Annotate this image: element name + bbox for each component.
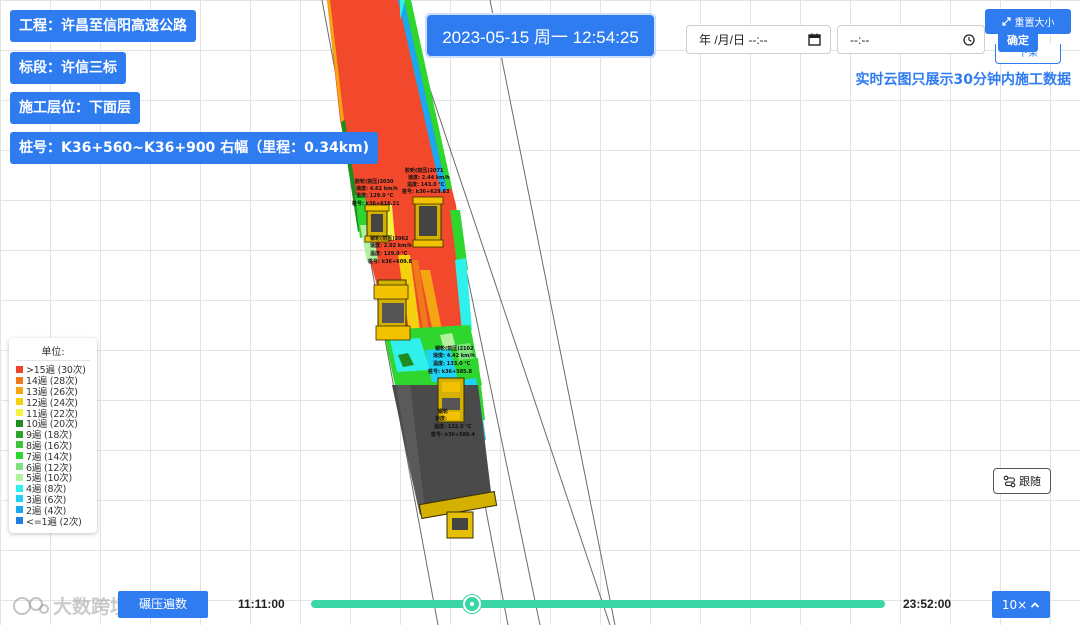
legend-swatch bbox=[16, 398, 23, 406]
timeline-track[interactable] bbox=[311, 600, 885, 608]
legend-title: 单位: bbox=[16, 343, 90, 361]
legend-swatch bbox=[16, 376, 23, 384]
chevron-up-icon bbox=[1031, 601, 1040, 608]
legend-label: <=1遍 (2次) bbox=[26, 516, 82, 528]
layer-name: 施工层位：下面层 bbox=[19, 100, 131, 116]
roller-label-line: 温度: 143.0 °C bbox=[407, 181, 445, 188]
legend-swatch bbox=[16, 517, 23, 525]
roller-label-line: 胶轮(前压)2030 bbox=[354, 178, 394, 185]
legend-swatch bbox=[16, 473, 23, 481]
roller-label-line: 温度: 129.0 °C bbox=[356, 192, 394, 199]
roller-label-line: 速度: 4.42 km/h bbox=[433, 352, 475, 359]
timeline-end: 23:52:00 bbox=[903, 597, 952, 611]
roller-label-line: 钢轮(前压)2062 bbox=[370, 235, 409, 242]
follow-label: 跟随 bbox=[1019, 475, 1041, 488]
roller-label-line: 桩号: k36+616.21 bbox=[352, 200, 400, 207]
timeline-start: 11:11:00 bbox=[238, 597, 285, 611]
follow-icon bbox=[1003, 475, 1016, 487]
roller-label-line: 胶轮(前压)2071 bbox=[404, 167, 444, 174]
section-name: 标段：许信三标 bbox=[19, 60, 117, 76]
expand-icon bbox=[1001, 17, 1011, 26]
roller-label-line: 钢轮 bbox=[438, 408, 448, 415]
compaction-legend: 单位: >15遍 (30次) 14遍 (28次) 13遍 (26次) 12遍 (24次… bbox=[9, 338, 97, 533]
legend-swatch bbox=[16, 452, 23, 460]
time-input-value: --:-- bbox=[850, 32, 870, 47]
roller-label-line: 桩号: k36+585.8 bbox=[428, 368, 473, 375]
date-input-value: 年 /月/日 --:-- bbox=[699, 33, 768, 47]
roller-label-line: 温度: 129.0 °C bbox=[370, 250, 408, 257]
roller-label-line: 温度: 132.0 °C bbox=[434, 423, 472, 430]
compaction-count-button[interactable]: 碾压遍数 bbox=[118, 591, 208, 618]
clock-icon[interactable] bbox=[963, 33, 975, 46]
speed-label: 10× bbox=[1001, 597, 1028, 612]
confirm-button[interactable]: 确定 bbox=[998, 30, 1038, 52]
roller-label-2030: 胶轮(前压)2030 速度: 4.62 km/h 温度: 129.0 °C 桩号… bbox=[352, 178, 400, 207]
roller-label-line: 钢轮(前压)2102 bbox=[435, 345, 474, 352]
layer-badge: 施工层位：下面层 bbox=[10, 92, 140, 124]
legend-swatch bbox=[16, 441, 23, 449]
roller-label-line: 速度: 4.62 km/h bbox=[356, 185, 398, 192]
roller-label-line: 桩号: k36+629.83 bbox=[402, 188, 450, 195]
mode-label: 碾压遍数 bbox=[138, 597, 187, 611]
legend-swatch bbox=[16, 506, 23, 514]
calendar-icon[interactable] bbox=[808, 33, 821, 46]
reset-size-label: 重置大小 bbox=[1014, 18, 1055, 29]
roller-2071[interactable] bbox=[412, 196, 444, 248]
legend-swatch bbox=[16, 409, 23, 417]
roller-label-line: 桩号: k36+609.8 bbox=[368, 258, 413, 265]
stake-range: 桩号：K36+560~K36+900 右幅（里程：0.34km) bbox=[19, 140, 370, 156]
legend-swatch bbox=[16, 430, 23, 438]
roller-label-line: 温度: 133.0 °C bbox=[433, 360, 471, 367]
compaction-map[interactable]: 胶轮(前压)2071 速度: 2.44 km/h 温度: 143.0 °C 桩号… bbox=[0, 0, 1080, 625]
project-name-badge: 工程：许昌至信阳高速公路 bbox=[10, 10, 196, 42]
legend-swatch bbox=[16, 419, 23, 427]
roller-label-line: 速度: 2.02 km/h bbox=[370, 242, 412, 249]
date-input[interactable]: 年 /月/日 --:-- bbox=[686, 25, 831, 54]
roller-label-line: 桩号: k36+580.4 bbox=[431, 431, 476, 438]
datetime-text: 2023-05-15 周一 12:54:25 bbox=[442, 28, 639, 47]
timeline-slider-handle[interactable] bbox=[462, 595, 481, 613]
legend-swatch bbox=[16, 365, 23, 373]
legend-swatch bbox=[16, 495, 23, 503]
stake-badge: 桩号：K36+560~K36+900 右幅（里程：0.34km) bbox=[10, 132, 379, 164]
legend-swatch bbox=[16, 484, 23, 492]
legend-item: <=1遍 (2次) bbox=[16, 515, 97, 528]
section-badge: 标段：许信三标 bbox=[10, 52, 126, 84]
legend-swatch bbox=[16, 463, 23, 471]
roller-label-line: 速度: bbox=[435, 415, 447, 422]
legend-swatch bbox=[16, 387, 23, 395]
time-input[interactable]: --:-- bbox=[837, 25, 985, 54]
follow-button[interactable]: 跟随 bbox=[993, 468, 1051, 494]
roller-2062[interactable] bbox=[373, 279, 411, 341]
project-name: 工程：许昌至信阳高速公路 bbox=[19, 18, 187, 34]
roller-label-line: 速度: 2.44 km/h bbox=[408, 174, 450, 181]
playback-speed-button[interactable]: 10× bbox=[992, 591, 1050, 618]
confirm-label: 确定 bbox=[1007, 34, 1029, 47]
realtime-notice: 实时云图只展示30分钟内施工数据 bbox=[855, 72, 1071, 88]
current-datetime: 2023-05-15 周一 12:54:25 bbox=[425, 13, 656, 58]
